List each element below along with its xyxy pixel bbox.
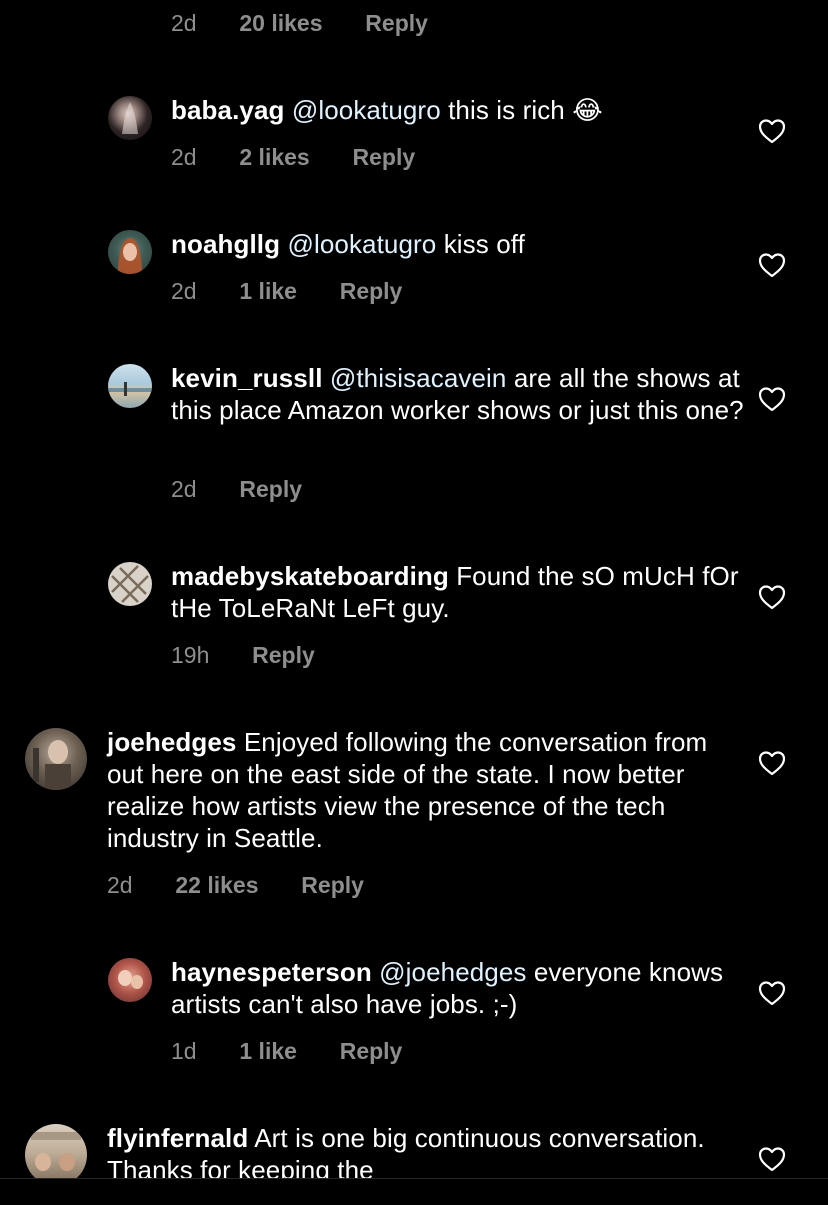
comment-likes-count[interactable]: 22 likes xyxy=(175,872,258,898)
heart-outline-icon[interactable] xyxy=(758,386,786,412)
comment-timestamp: 19h xyxy=(171,642,210,668)
avatar[interactable] xyxy=(108,958,152,1002)
comment-timestamp: 2d xyxy=(171,144,197,170)
comment-likes-count[interactable]: 2 likes xyxy=(239,144,309,170)
reply-button[interactable]: Reply xyxy=(353,144,416,170)
bottom-bar xyxy=(0,1179,828,1205)
comment-username[interactable]: flyinfernald xyxy=(107,1123,248,1153)
comment-username[interactable]: kevin_russll xyxy=(171,363,323,393)
reply-button[interactable]: Reply xyxy=(252,642,315,668)
comment-text: haynespeterson @joehedges everyone knows… xyxy=(171,956,746,1020)
comment-likes-count[interactable]: 1 like xyxy=(239,278,297,304)
heart-outline-icon[interactable] xyxy=(758,750,786,776)
comment-text: baba.yag @lookatugro this is rich 😂 xyxy=(171,94,746,126)
comment-username[interactable]: joehedges xyxy=(107,727,237,757)
reply-button[interactable]: Reply xyxy=(340,278,403,304)
comment-username[interactable]: madebyskateboarding xyxy=(171,561,449,591)
comment-text: flyinfernald Art is one big continuous c… xyxy=(107,1122,747,1186)
comment-username[interactable]: haynespeterson xyxy=(171,957,372,987)
avatar[interactable] xyxy=(108,364,152,408)
comment-timestamp: 2d xyxy=(171,476,197,502)
heart-outline-icon[interactable] xyxy=(758,584,786,610)
comment-text: noahgllg @lookatugro kiss off xyxy=(171,228,746,260)
comment-meta: 2d 22 likes Reply xyxy=(107,871,364,899)
reply-button[interactable]: Reply xyxy=(239,476,302,502)
comment-body: this is rich 😂 xyxy=(440,95,603,125)
avatar[interactable] xyxy=(108,230,152,274)
comment-meta: 2d 1 like Reply xyxy=(171,277,402,305)
comment-mention[interactable]: @joehedges xyxy=(379,957,526,987)
avatar[interactable] xyxy=(108,562,152,606)
comment-mention[interactable]: @thisisacavein xyxy=(330,363,507,393)
heart-outline-icon[interactable] xyxy=(758,1146,786,1172)
avatar[interactable] xyxy=(25,728,87,790)
comment-likes-count[interactable]: 20 likes xyxy=(239,10,322,36)
avatar[interactable] xyxy=(108,96,152,140)
comment-timestamp: 1d xyxy=(171,1038,197,1064)
comment-mention[interactable]: @lookatugro xyxy=(292,95,441,125)
heart-outline-icon[interactable] xyxy=(758,980,786,1006)
comment-likes-count[interactable]: 1 like xyxy=(239,1038,297,1064)
heart-outline-icon[interactable] xyxy=(758,252,786,278)
avatar[interactable] xyxy=(25,1124,87,1186)
comment-text: madebyskateboarding Found the sO mUcH fO… xyxy=(171,560,746,624)
comment-username[interactable]: noahgllg xyxy=(171,229,280,259)
comment-meta: 1d 1 like Reply xyxy=(171,1037,402,1065)
comment-text: kevin_russll @thisisacavein are all the … xyxy=(171,362,746,426)
reply-button[interactable]: Reply xyxy=(301,872,364,898)
comment-timestamp: 2d xyxy=(171,278,197,304)
heart-outline-icon[interactable] xyxy=(758,118,786,144)
reply-button[interactable]: Reply xyxy=(340,1038,403,1064)
comment-username[interactable]: baba.yag xyxy=(171,95,285,125)
comment-text: joehedges Enjoyed following the conversa… xyxy=(107,726,747,854)
comment-mention[interactable]: @lookatugro xyxy=(287,229,436,259)
comment-timestamp: 2d xyxy=(107,872,133,898)
comment-meta: 2d 20 likes Reply xyxy=(171,9,428,37)
comment-meta: 19h Reply xyxy=(171,641,315,669)
comment-meta: 2d 2 likes Reply xyxy=(171,143,415,171)
reply-button[interactable]: Reply xyxy=(365,10,428,36)
comment-timestamp: 2d xyxy=(171,10,197,36)
comment-body: kiss off xyxy=(436,229,525,259)
comment-meta: 2d Reply xyxy=(171,475,302,503)
